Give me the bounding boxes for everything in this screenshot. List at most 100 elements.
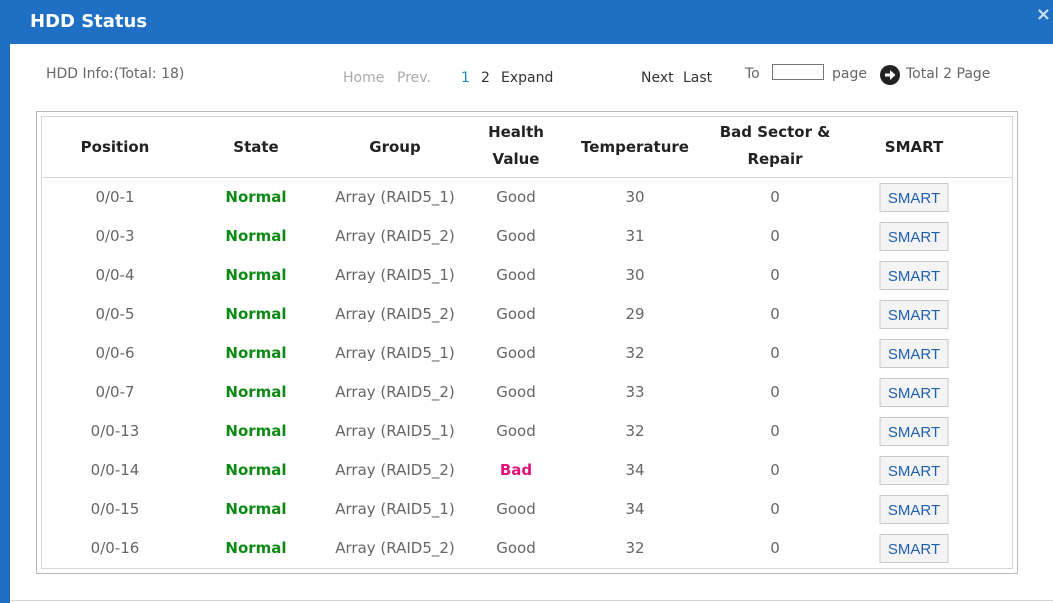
arrow-right-circle-icon[interactable] <box>880 65 900 85</box>
col-header-health-line2: Value <box>492 150 540 168</box>
hdd-info-total: HDD Info:(Total: 18) <box>46 66 185 82</box>
smart-button[interactable]: SMART <box>879 300 949 329</box>
cell-temperature: 34 <box>625 461 645 479</box>
cell-position: 0/0-5 <box>95 305 135 323</box>
cell-bad-sector: 0 <box>770 539 780 557</box>
cell-state: Normal <box>225 227 287 245</box>
cell-position: 0/0-3 <box>95 227 135 245</box>
cell-state: Normal <box>225 461 287 479</box>
cell-temperature: 32 <box>625 539 645 557</box>
table-row: 0/0-14 Normal Array (RAID5_2) Bad 34 0 SMART <box>42 451 1012 490</box>
smart-button[interactable]: SMART <box>879 222 949 251</box>
total-pages-label: Total 2 Page <box>906 66 991 82</box>
dialog-titlebar[interactable]: HDD Status × <box>10 0 1053 44</box>
cell-group: Array (RAID5_2) <box>335 227 455 245</box>
dialog-bottom-divider <box>10 600 1053 601</box>
cell-group: Array (RAID5_1) <box>335 422 455 440</box>
table-row: 0/0-3 Normal Array (RAID5_2) Good 31 0 SMART <box>42 217 1012 256</box>
smart-button[interactable]: SMART <box>879 534 949 563</box>
cell-temperature: 32 <box>625 344 645 362</box>
smart-button[interactable]: SMART <box>879 456 949 485</box>
cell-temperature: 30 <box>625 266 645 284</box>
cell-health-value: Good <box>496 266 536 284</box>
col-header-health-value: Health Value <box>488 122 544 169</box>
table-row: 0/0-5 Normal Array (RAID5_2) Good 29 0 SMART <box>42 295 1012 334</box>
table-row: 0/0-6 Normal Array (RAID5_1) Good 32 0 SMART <box>42 334 1012 373</box>
table-row: 0/0-7 Normal Array (RAID5_2) Good 33 0 SMART <box>42 373 1012 412</box>
nav-last-link[interactable]: Last <box>683 68 712 88</box>
goto-page-input[interactable] <box>772 64 824 80</box>
cell-state: Normal <box>225 266 287 284</box>
hdd-table: Position State Group Health Value Temper… <box>36 111 1018 574</box>
cell-group: Array (RAID5_1) <box>335 188 455 206</box>
pagination-bar: HDD Info:(Total: 18) Home Prev. 1 2 Expa… <box>0 64 1053 86</box>
goto-page-label: page <box>832 66 867 82</box>
cell-bad-sector: 0 <box>770 500 780 518</box>
cell-temperature: 29 <box>625 305 645 323</box>
cell-position: 0/0-1 <box>95 188 135 206</box>
cell-bad-sector: 0 <box>770 344 780 362</box>
cell-group: Array (RAID5_2) <box>335 461 455 479</box>
cell-health-value: Good <box>496 227 536 245</box>
nav-page-1-link[interactable]: 1 <box>461 68 470 88</box>
cell-bad-sector: 0 <box>770 266 780 284</box>
cell-state: Normal <box>225 422 287 440</box>
cell-temperature: 34 <box>625 500 645 518</box>
goto-to-label: To <box>745 66 760 82</box>
nav-home-link[interactable]: Home <box>343 68 384 88</box>
nav-page-2-link[interactable]: 2 <box>481 68 490 88</box>
cell-health-value: Good <box>496 539 536 557</box>
cell-group: Array (RAID5_1) <box>335 344 455 362</box>
col-header-bad-sector-line1: Bad Sector & <box>719 123 831 141</box>
table-row: 0/0-4 Normal Array (RAID5_1) Good 30 0 SMART <box>42 256 1012 295</box>
cell-bad-sector: 0 <box>770 188 780 206</box>
cell-bad-sector: 0 <box>770 383 780 401</box>
cell-state: Normal <box>225 539 287 557</box>
col-header-bad-sector: Bad Sector & Repair <box>720 122 831 169</box>
cell-health-value: Good <box>496 305 536 323</box>
cell-position: 0/0-16 <box>90 539 140 557</box>
cell-position: 0/0-7 <box>95 383 135 401</box>
col-header-health-line1: Health <box>488 123 544 141</box>
col-header-state: State <box>233 138 279 156</box>
smart-button[interactable]: SMART <box>879 417 949 446</box>
table-row: 0/0-16 Normal Array (RAID5_2) Good 32 0 SMART <box>42 529 1012 568</box>
smart-button[interactable]: SMART <box>879 378 949 407</box>
cell-position: 0/0-13 <box>90 422 140 440</box>
col-header-bad-sector-line2: Repair <box>747 150 803 168</box>
table-row: 0/0-13 Normal Array (RAID5_1) Good 32 0 SMART <box>42 412 1012 451</box>
cell-position: 0/0-4 <box>95 266 135 284</box>
nav-expand-link[interactable]: Expand <box>501 68 553 88</box>
cell-health-value: Good <box>496 344 536 362</box>
smart-button[interactable]: SMART <box>879 183 949 212</box>
hdd-table-inner: Position State Group Health Value Temper… <box>41 116 1013 569</box>
col-header-position: Position <box>80 138 150 156</box>
table-row: 0/0-1 Normal Array (RAID5_1) Good 30 0 SMART <box>42 178 1012 217</box>
dialog-left-border <box>0 0 10 603</box>
cell-temperature: 31 <box>625 227 645 245</box>
cell-group: Array (RAID5_1) <box>335 266 455 284</box>
cell-bad-sector: 0 <box>770 305 780 323</box>
smart-button[interactable]: SMART <box>879 339 949 368</box>
dialog-title: HDD Status <box>30 11 148 32</box>
nav-next-link[interactable]: Next <box>641 68 674 88</box>
hdd-status-dialog: HDD Status × HDD Info:(Total: 18) Home P… <box>0 0 1053 603</box>
smart-button[interactable]: SMART <box>879 495 949 524</box>
cell-health-value: Bad <box>499 461 533 479</box>
cell-temperature: 33 <box>625 383 645 401</box>
cell-bad-sector: 0 <box>770 422 780 440</box>
cell-group: Array (RAID5_2) <box>335 383 455 401</box>
cell-group: Array (RAID5_2) <box>335 539 455 557</box>
cell-position: 0/0-6 <box>95 344 135 362</box>
nav-prev-link[interactable]: Prev. <box>397 68 431 88</box>
cell-state: Normal <box>225 305 287 323</box>
cell-temperature: 30 <box>625 188 645 206</box>
cell-state: Normal <box>225 383 287 401</box>
cell-bad-sector: 0 <box>770 227 780 245</box>
cell-temperature: 32 <box>625 422 645 440</box>
cell-group: Array (RAID5_1) <box>335 500 455 518</box>
smart-button[interactable]: SMART <box>879 261 949 290</box>
close-icon[interactable]: × <box>1036 4 1051 25</box>
cell-position: 0/0-15 <box>90 500 140 518</box>
table-row: 0/0-15 Normal Array (RAID5_1) Good 34 0 SMART <box>42 490 1012 529</box>
